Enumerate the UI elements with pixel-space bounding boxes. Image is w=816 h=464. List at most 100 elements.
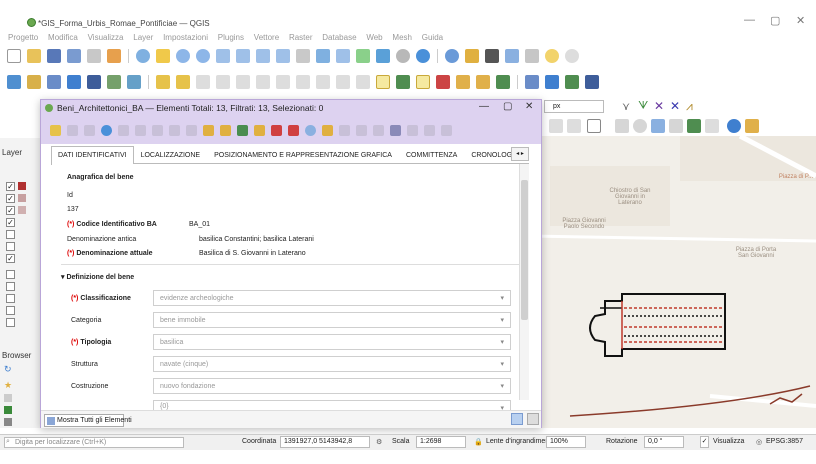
conditional-formatting-icon[interactable] — [390, 124, 401, 136]
select-location-icon[interactable] — [687, 119, 701, 133]
field-calculator-icon[interactable] — [373, 124, 384, 136]
menu-mesh[interactable]: Mesh — [392, 33, 412, 42]
menu-guida[interactable]: Guida — [422, 33, 443, 42]
move-label-icon[interactable] — [476, 75, 490, 89]
new-project-icon[interactable] — [7, 49, 21, 63]
delete-feature-icon[interactable] — [135, 124, 146, 136]
new-geopackage-icon[interactable] — [27, 75, 41, 89]
delete-selected-icon[interactable] — [256, 75, 270, 89]
rotate-label-icon[interactable] — [496, 75, 510, 89]
spatial-bookmarks-icon[interactable] — [4, 394, 12, 402]
menu-raster[interactable]: Raster — [289, 33, 313, 42]
costruzione-combo[interactable]: nuovo fondazione — [153, 378, 511, 394]
pan-to-selected-icon[interactable] — [305, 124, 316, 136]
measure-line-icon[interactable] — [745, 119, 759, 133]
statistical-summary-icon[interactable] — [485, 49, 499, 63]
zoom-in-icon[interactable] — [176, 49, 190, 63]
temporal-controller-icon[interactable] — [356, 49, 370, 63]
drive-icon[interactable] — [4, 418, 12, 426]
dock-icon[interactable] — [407, 124, 418, 136]
toggle-editing-icon[interactable] — [156, 75, 170, 89]
zoom-out-icon[interactable] — [196, 49, 210, 63]
reload-icon[interactable] — [101, 124, 112, 136]
tipologia-combo[interactable]: basilica — [153, 334, 511, 350]
plugin-icon[interactable] — [545, 75, 559, 89]
collapse-arrow-icon[interactable]: ▾ — [61, 274, 65, 281]
zoom-last-icon[interactable] — [296, 49, 310, 63]
add-postgis-icon[interactable] — [87, 75, 101, 89]
show-hide-labels-icon[interactable] — [456, 75, 470, 89]
cut-features-icon[interactable] — [276, 75, 290, 89]
tolerance-unit-select[interactable]: px — [544, 100, 604, 113]
grid-icon[interactable] — [567, 119, 581, 133]
classificazione-combo[interactable]: evidenze archeologiche — [153, 290, 511, 306]
database-icon[interactable] — [525, 75, 539, 89]
layer-checkbox[interactable] — [6, 318, 15, 327]
deselect-all-icon[interactable] — [254, 124, 265, 136]
menu-layer[interactable]: Layer — [133, 33, 153, 42]
zoom-to-layer-icon[interactable] — [256, 49, 270, 63]
menu-database[interactable]: Database — [322, 33, 356, 42]
crs-globe-icon[interactable]: ◎ — [756, 438, 762, 446]
lock-scale-icon[interactable]: 🔒 — [474, 438, 483, 446]
save-edits-icon[interactable] — [196, 75, 210, 89]
current-edits-icon[interactable] — [176, 75, 190, 89]
form-view-icon[interactable] — [441, 124, 452, 136]
zoom-full-icon[interactable] — [216, 49, 230, 63]
copy-icon[interactable] — [169, 124, 180, 136]
print-layout-icon[interactable] — [87, 49, 101, 63]
multi-edit-icon[interactable] — [67, 124, 78, 136]
open-project-icon[interactable] — [27, 49, 41, 63]
pin-labels-icon[interactable] — [416, 75, 430, 89]
menu-modifica[interactable]: Modifica — [48, 33, 78, 42]
highlight-pinned-labels-icon[interactable] — [436, 75, 450, 89]
struttura-combo[interactable]: navate (cinque) — [153, 356, 511, 372]
snapping-icon[interactable]: ⋎ — [622, 100, 630, 113]
pan-icon[interactable] — [136, 49, 150, 63]
tracing-icon[interactable]: ᗐ — [638, 100, 648, 113]
table-view-toggle-icon[interactable] — [527, 413, 539, 425]
map-canvas[interactable]: Chiostro di San Giovanni in Laterano Pia… — [530, 136, 816, 428]
tab-localizzazione[interactable]: LOCALIZZAZIONE — [134, 146, 208, 163]
dialog-maximize-button[interactable]: ▢ — [503, 101, 512, 112]
map-tips-icon[interactable] — [525, 49, 539, 63]
actions-icon[interactable] — [424, 124, 435, 136]
data-source-manager-icon[interactable] — [7, 75, 21, 89]
menu-progetto[interactable]: Progetto — [8, 33, 38, 42]
move-selected-top-icon[interactable] — [288, 124, 299, 136]
refresh-browser-icon[interactable]: ↻ — [4, 364, 12, 375]
select-expression-icon[interactable] — [669, 119, 683, 133]
text-annotation-icon[interactable] — [549, 119, 563, 133]
identify-icon[interactable] — [727, 119, 741, 133]
add-feature-icon[interactable] — [118, 124, 129, 136]
layout-manager-icon[interactable] — [107, 49, 121, 63]
tab-committenza[interactable]: COMMITTENZA — [399, 146, 464, 163]
identify-features-icon[interactable] — [445, 49, 459, 63]
menu-visualizza[interactable]: Visualizza — [88, 33, 124, 42]
new-bookmark-icon[interactable] — [376, 49, 390, 63]
label-tool-icon[interactable] — [565, 49, 579, 63]
window-maximize-button[interactable]: ▢ — [770, 14, 780, 27]
show-bookmarks-icon[interactable] — [396, 49, 410, 63]
deselect-icon[interactable] — [705, 119, 719, 133]
magnifier-field[interactable]: 100% — [546, 436, 586, 448]
open-attribute-table-icon[interactable] — [465, 49, 479, 63]
feature-action-icon[interactable] — [615, 119, 629, 133]
add-feature-icon[interactable] — [216, 75, 230, 89]
delete-vertex-icon[interactable]: ✕ — [654, 99, 664, 113]
window-minimize-button[interactable]: — — [744, 14, 755, 26]
redo-icon[interactable] — [356, 75, 370, 89]
layer-checkbox[interactable] — [6, 230, 15, 239]
add-virtual-layer-icon[interactable] — [107, 75, 121, 89]
vertex-tool-icon[interactable] — [236, 75, 250, 89]
zoom-next-icon[interactable] — [316, 49, 330, 63]
show-all-features-button[interactable]: Mostra Tutti gli Elementi — [44, 414, 132, 427]
tab-scroll-arrows[interactable]: ◂ ▸ — [511, 147, 529, 161]
crs-label[interactable]: EPSG:3857 — [766, 438, 803, 445]
categoria-combo[interactable]: bene immobile — [153, 312, 511, 328]
select-expression-icon[interactable] — [203, 124, 214, 136]
delete-field-icon[interactable] — [356, 124, 367, 136]
layer-checkbox[interactable] — [6, 294, 15, 303]
pan-to-selection-icon[interactable] — [156, 49, 170, 63]
rotation-field[interactable]: 0,0 ° — [644, 436, 684, 448]
